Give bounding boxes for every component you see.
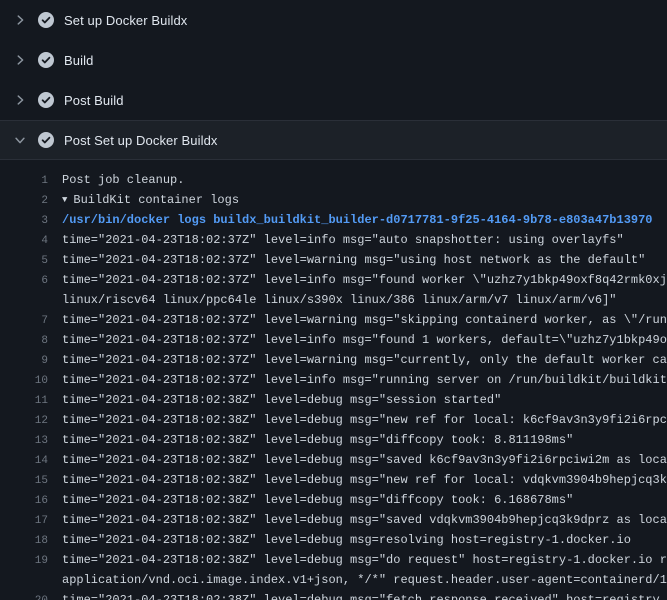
log-text: time="2021-04-23T18:02:38Z" level=debug … xyxy=(62,510,667,530)
log-line: 3 /usr/bin/docker logs buildx_buildkit_b… xyxy=(0,210,667,230)
line-number: 15 xyxy=(0,471,48,491)
log-area: 1 Post job cleanup. 2 ▼BuildKit containe… xyxy=(0,160,667,600)
log-line: linux/riscv64 linux/ppc64le linux/s390x … xyxy=(0,290,667,310)
step-list: Set up Docker Buildx Build P xyxy=(0,0,667,160)
log-text: time="2021-04-23T18:02:38Z" level=debug … xyxy=(62,590,660,600)
log-line: 19 time="2021-04-23T18:02:38Z" level=deb… xyxy=(0,550,667,570)
log-text: time="2021-04-23T18:02:38Z" level=debug … xyxy=(62,490,573,510)
line-number: 12 xyxy=(0,411,48,431)
log-text: time="2021-04-23T18:02:37Z" level=info m… xyxy=(62,370,667,390)
step-title: Post Build xyxy=(64,93,124,108)
log-line: 17 time="2021-04-23T18:02:38Z" level=deb… xyxy=(0,510,667,530)
log-line: 15 time="2021-04-23T18:02:38Z" level=deb… xyxy=(0,470,667,490)
line-number: 11 xyxy=(0,391,48,411)
log-line: 18 time="2021-04-23T18:02:38Z" level=deb… xyxy=(0,530,667,550)
line-number: 5 xyxy=(0,251,48,271)
log-group-toggle[interactable]: ▼BuildKit container logs xyxy=(62,190,239,211)
log-text: application/vnd.oci.image.index.v1+json,… xyxy=(62,570,667,590)
line-number: 18 xyxy=(0,531,48,551)
check-circle-icon xyxy=(38,92,54,108)
line-number: 2 xyxy=(0,191,48,211)
log-text: time="2021-04-23T18:02:38Z" level=debug … xyxy=(62,470,667,490)
group-toggle-icon[interactable]: ▼ xyxy=(62,190,67,210)
log-line: 5 time="2021-04-23T18:02:37Z" level=warn… xyxy=(0,250,667,270)
log-text: time="2021-04-23T18:02:37Z" level=warnin… xyxy=(62,250,645,270)
log-text: time="2021-04-23T18:02:37Z" level=info m… xyxy=(62,230,624,250)
line-number: 7 xyxy=(0,311,48,331)
log-line: 4 time="2021-04-23T18:02:37Z" level=info… xyxy=(0,230,667,250)
log-line: 6 time="2021-04-23T18:02:37Z" level=info… xyxy=(0,270,667,290)
log-line: 9 time="2021-04-23T18:02:37Z" level=warn… xyxy=(0,350,667,370)
step-title: Set up Docker Buildx xyxy=(64,13,187,28)
line-number: 14 xyxy=(0,451,48,471)
log-line: 7 time="2021-04-23T18:02:37Z" level=warn… xyxy=(0,310,667,330)
chevron-icon[interactable] xyxy=(12,52,28,68)
line-number: 17 xyxy=(0,511,48,531)
step-section-header[interactable]: Post Set up Docker Buildx xyxy=(0,120,667,160)
line-number: 20 xyxy=(0,591,48,600)
log-line: 10 time="2021-04-23T18:02:37Z" level=inf… xyxy=(0,370,667,390)
check-circle-icon xyxy=(38,12,54,28)
log-line: 14 time="2021-04-23T18:02:38Z" level=deb… xyxy=(0,450,667,470)
log-text: linux/riscv64 linux/ppc64le linux/s390x … xyxy=(62,290,617,310)
line-number: 9 xyxy=(0,351,48,371)
log-text: time="2021-04-23T18:02:37Z" level=warnin… xyxy=(62,310,667,330)
log-line: 12 time="2021-04-23T18:02:38Z" level=deb… xyxy=(0,410,667,430)
line-number: 13 xyxy=(0,431,48,451)
line-number: 16 xyxy=(0,491,48,511)
log-text: Post job cleanup. xyxy=(62,170,184,190)
log-text: time="2021-04-23T18:02:37Z" level=warnin… xyxy=(62,350,667,370)
log-text: time="2021-04-23T18:02:38Z" level=debug … xyxy=(62,410,667,430)
log-line: 8 time="2021-04-23T18:02:37Z" level=info… xyxy=(0,330,667,350)
log-line: 11 time="2021-04-23T18:02:38Z" level=deb… xyxy=(0,390,667,410)
log-text: time="2021-04-23T18:02:38Z" level=debug … xyxy=(62,550,667,570)
step-section-header[interactable]: Post Build xyxy=(0,80,667,120)
log-line: 16 time="2021-04-23T18:02:38Z" level=deb… xyxy=(0,490,667,510)
log-line: application/vnd.oci.image.index.v1+json,… xyxy=(0,570,667,590)
log-text: /usr/bin/docker logs buildx_buildkit_bui… xyxy=(62,210,653,230)
log-line: 20 time="2021-04-23T18:02:38Z" level=deb… xyxy=(0,590,667,600)
step-title: Build xyxy=(64,53,93,68)
log-text: time="2021-04-23T18:02:38Z" level=debug … xyxy=(62,390,501,410)
log-text: time="2021-04-23T18:02:38Z" level=debug … xyxy=(62,450,667,470)
log-line: 2 ▼BuildKit container logs xyxy=(0,190,667,210)
log-text: time="2021-04-23T18:02:38Z" level=debug … xyxy=(62,530,631,550)
line-number: 4 xyxy=(0,231,48,251)
line-number: 8 xyxy=(0,331,48,351)
step-section-header[interactable]: Set up Docker Buildx xyxy=(0,0,667,40)
line-number: 10 xyxy=(0,371,48,391)
chevron-icon[interactable] xyxy=(12,92,28,108)
line-number: 1 xyxy=(0,171,48,191)
log-text: time="2021-04-23T18:02:38Z" level=debug … xyxy=(62,430,573,450)
line-number: 19 xyxy=(0,551,48,571)
log-line: 1 Post job cleanup. xyxy=(0,170,667,190)
log-text: time="2021-04-23T18:02:37Z" level=info m… xyxy=(62,270,667,290)
line-number: 3 xyxy=(0,211,48,231)
check-circle-icon xyxy=(38,132,54,148)
step-title: Post Set up Docker Buildx xyxy=(64,133,218,148)
chevron-icon[interactable] xyxy=(12,132,28,148)
line-number: 6 xyxy=(0,271,48,291)
chevron-icon[interactable] xyxy=(12,12,28,28)
check-circle-icon xyxy=(38,52,54,68)
step-section-header[interactable]: Build xyxy=(0,40,667,80)
log-line: 13 time="2021-04-23T18:02:38Z" level=deb… xyxy=(0,430,667,450)
log-text: time="2021-04-23T18:02:37Z" level=info m… xyxy=(62,330,667,350)
